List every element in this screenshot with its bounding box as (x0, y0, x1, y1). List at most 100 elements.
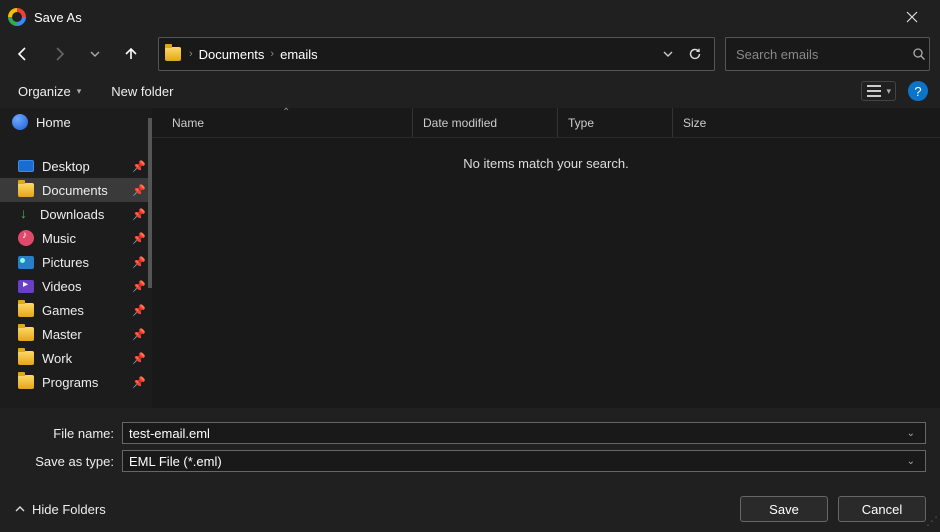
sidebar-item-videos[interactable]: Videos 📌 (0, 274, 152, 298)
column-name-label: Name (172, 116, 204, 130)
sidebar-item-pictures[interactable]: Pictures 📌 (0, 250, 152, 274)
help-button[interactable]: ? (908, 81, 928, 101)
folder-icon (18, 303, 34, 317)
sidebar-item-label: Documents (42, 183, 108, 198)
hide-folders-button[interactable]: Hide Folders (14, 502, 106, 517)
resize-grip[interactable]: ⋰ (926, 517, 938, 525)
toolbar: Organize ▾ New folder ▾ ? (0, 74, 940, 108)
cancel-button[interactable]: Cancel (838, 496, 926, 522)
sidebar-item-documents[interactable]: Documents 📌 (0, 178, 152, 202)
pin-icon: 📌 (132, 280, 146, 293)
folder-icon (18, 375, 34, 389)
recent-locations-button[interactable] (78, 37, 112, 71)
column-name[interactable]: Name ⌃ (152, 108, 412, 137)
organize-menu[interactable]: Organize ▾ (12, 80, 87, 103)
column-date-label: Date modified (423, 116, 497, 130)
search-box[interactable] (725, 37, 930, 71)
column-date[interactable]: Date modified (412, 108, 557, 137)
new-folder-label: New folder (111, 84, 173, 99)
pin-icon: 📌 (132, 184, 146, 197)
sidebar-item-programs[interactable]: Programs 📌 (0, 370, 152, 394)
up-button[interactable] (114, 37, 148, 71)
sidebar-item-home[interactable]: Home (0, 110, 152, 134)
organize-label: Organize (18, 84, 71, 99)
view-options[interactable]: ▾ (861, 81, 896, 101)
sidebar-item-label: Work (42, 351, 72, 366)
sidebar-item-downloads[interactable]: Downloads 📌 (0, 202, 152, 226)
folder-icon (18, 327, 34, 341)
file-name-input[interactable] (129, 426, 903, 441)
window-title: Save As (34, 10, 82, 25)
pin-icon: 📌 (132, 208, 146, 221)
music-icon (18, 230, 34, 246)
sidebar: Home Desktop 📌 Documents 📌 Downloads 📌 M… (0, 108, 152, 408)
chevron-right-icon: › (187, 48, 195, 60)
sidebar-item-master[interactable]: Master 📌 (0, 322, 152, 346)
download-icon (18, 207, 32, 221)
save-button-label: Save (769, 502, 799, 517)
address-bar[interactable]: › Documents › emails (158, 37, 715, 71)
pin-icon: 📌 (132, 352, 146, 365)
cancel-button-label: Cancel (862, 502, 902, 517)
sidebar-item-desktop[interactable]: Desktop 📌 (0, 154, 152, 178)
history-dropdown-icon[interactable] (662, 48, 674, 60)
sidebar-item-label: Videos (42, 279, 82, 294)
pin-icon: 📌 (132, 232, 146, 245)
pin-icon: 📌 (132, 376, 146, 389)
sidebar-item-music[interactable]: Music 📌 (0, 226, 152, 250)
pin-icon: 📌 (132, 160, 146, 173)
footer: Hide Folders Save Cancel (0, 478, 940, 532)
column-type[interactable]: Type (557, 108, 672, 137)
chrome-icon (8, 8, 26, 26)
file-name-field[interactable]: ⌄ (122, 422, 926, 444)
breadcrumb-documents[interactable]: Documents (195, 47, 269, 62)
save-form: File name: ⌄ Save as type: EML File (*.e… (0, 408, 940, 472)
sidebar-item-games[interactable]: Games 📌 (0, 298, 152, 322)
chevron-down-icon: ▾ (77, 86, 82, 97)
chevron-down-icon[interactable]: ⌄ (903, 428, 919, 439)
search-icon[interactable] (912, 47, 926, 61)
save-button[interactable]: Save (740, 496, 828, 522)
column-size[interactable]: Size (672, 108, 752, 137)
hide-folders-label: Hide Folders (32, 502, 106, 517)
chevron-right-icon: › (268, 48, 276, 60)
search-input[interactable] (736, 47, 912, 62)
chevron-up-icon (14, 503, 26, 515)
home-icon (12, 114, 28, 130)
folder-icon (18, 183, 34, 197)
save-type-value: EML File (*.eml) (129, 454, 222, 469)
back-button[interactable] (6, 37, 40, 71)
pin-icon: 📌 (132, 256, 146, 269)
sidebar-item-work[interactable]: Work 📌 (0, 346, 152, 370)
picture-icon (18, 256, 34, 269)
new-folder-button[interactable]: New folder (105, 80, 179, 103)
chevron-down-icon: ▾ (886, 86, 891, 97)
file-list: Name ⌃ Date modified Type Size No items … (152, 108, 940, 408)
refresh-button[interactable] (688, 47, 702, 61)
title-bar: Save As (0, 0, 940, 34)
sidebar-scrollbar[interactable] (148, 118, 152, 288)
breadcrumb-emails[interactable]: emails (276, 47, 322, 62)
sidebar-item-label: Home (36, 115, 71, 130)
sidebar-item-label: Games (42, 303, 84, 318)
column-type-label: Type (568, 116, 594, 130)
close-button[interactable] (892, 2, 932, 32)
sidebar-item-label: Desktop (42, 159, 90, 174)
help-icon: ? (914, 84, 921, 99)
nav-row: › Documents › emails (0, 34, 940, 74)
list-view-icon (866, 84, 882, 98)
sidebar-item-label: Pictures (42, 255, 89, 270)
column-size-label: Size (683, 116, 706, 130)
save-type-label: Save as type: (14, 454, 122, 469)
forward-button[interactable] (42, 37, 76, 71)
pin-icon: 📌 (132, 328, 146, 341)
sort-indicator-icon: ⌃ (282, 107, 290, 118)
sidebar-item-label: Master (42, 327, 82, 342)
save-type-dropdown[interactable]: EML File (*.eml) ⌄ (122, 450, 926, 472)
sidebar-item-label: Programs (42, 375, 98, 390)
main-area: Home Desktop 📌 Documents 📌 Downloads 📌 M… (0, 108, 940, 408)
empty-message: No items match your search. (152, 138, 940, 171)
pin-icon: 📌 (132, 304, 146, 317)
column-headers: Name ⌃ Date modified Type Size (152, 108, 940, 138)
chevron-down-icon[interactable]: ⌄ (903, 456, 919, 467)
